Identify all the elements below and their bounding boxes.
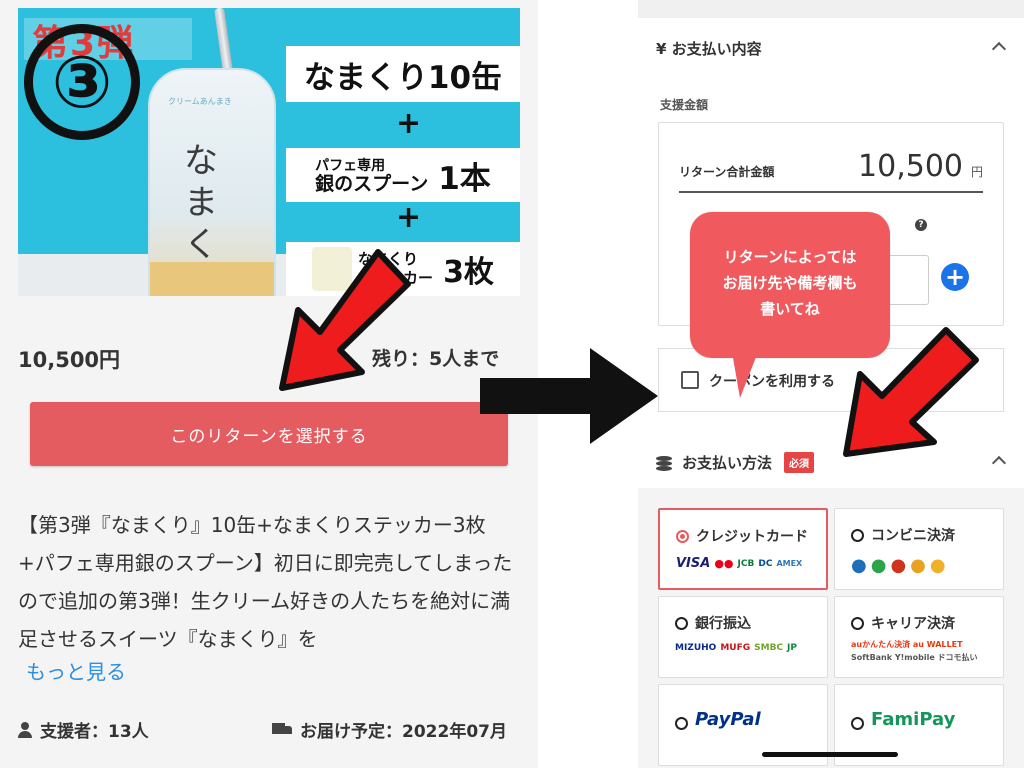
add-amount-button[interactable]: + xyxy=(941,263,969,291)
radio-unselected[interactable] xyxy=(675,617,688,630)
delivery-text: お届け予定：2022年07月 xyxy=(300,722,507,742)
red-arrow-annotation-left xyxy=(279,249,411,391)
payment-method-section: お支払い方法 必須 クレジットカード VISA ●● JCB DC AMEX コ… xyxy=(638,432,1024,768)
support-amount-label: 支援金額 xyxy=(660,98,709,112)
diners-logo: DC xyxy=(758,558,773,569)
paypal-logo: PayPal xyxy=(695,709,761,730)
softbank-docomo-logo: SoftBank Y!mobile ドコモ払い xyxy=(851,653,978,662)
au-logo: auかんたん決済 au WALLET xyxy=(851,640,963,649)
mufg-logo: MUFG xyxy=(720,643,751,653)
user-icon xyxy=(18,721,32,738)
radio-unselected[interactable] xyxy=(675,717,688,730)
home-indicator xyxy=(762,752,898,757)
carrier-logos: auかんたん決済 au WALLET SoftBank Y!mobile ドコモ… xyxy=(851,639,978,663)
hero-plus-1: + xyxy=(396,106,422,141)
payment-method-title: お支払い方法 xyxy=(682,454,773,472)
speech-bubble-text: リターンによっては お届け先や備考欄も 書いてね xyxy=(690,244,890,322)
convenience-store-logos: ● ● ● ● ● xyxy=(851,555,946,576)
return-price: 10,500円 xyxy=(18,348,121,372)
convenience-label: コンビニ決済 xyxy=(871,528,955,544)
store-logo-3: ● xyxy=(890,555,907,576)
top-bar xyxy=(638,0,1024,20)
store-logo-5: ● xyxy=(929,555,946,576)
truck-icon xyxy=(272,722,292,737)
card-brand-logos: VISA ●● JCB DC AMEX xyxy=(676,556,802,571)
smbc-logo: SMBC xyxy=(754,643,784,653)
payment-content-title: ¥ お支払い内容 xyxy=(656,40,762,58)
amex-logo: AMEX xyxy=(776,559,803,568)
hero-plus-2: + xyxy=(396,200,422,235)
jar-small-label: クリームあんまき xyxy=(168,97,232,106)
store-logo-4: ● xyxy=(910,555,926,576)
radio-unselected[interactable] xyxy=(851,717,864,730)
payment-option-credit-card[interactable]: クレジットカード VISA ●● JCB DC AMEX xyxy=(658,508,828,590)
help-icon[interactable]: ? xyxy=(915,219,927,231)
jcb-logo: JCB xyxy=(737,558,755,569)
payment-option-carrier[interactable]: キャリア決済 auかんたん決済 au WALLET SoftBank Y!mob… xyxy=(834,596,1004,678)
chevron-up-icon[interactable] xyxy=(991,41,1007,57)
japan-post-logo: JP xyxy=(787,643,797,653)
radio-selected[interactable] xyxy=(676,530,689,543)
carrier-label: キャリア決済 xyxy=(871,616,955,632)
payment-method-title-row: お支払い方法 必須 xyxy=(656,452,815,473)
jar-fill xyxy=(150,262,274,296)
speech-bubble-tail xyxy=(732,352,758,398)
bubble-line-3: 書いてね xyxy=(760,300,820,318)
radio-unselected[interactable] xyxy=(851,617,864,630)
hero-line-2-big: 1本 xyxy=(438,160,491,197)
return-total-row: リターン合計金額 10,500 円 xyxy=(679,149,983,193)
black-arrow-annotation xyxy=(480,348,658,444)
yen-unit: 円 xyxy=(970,165,983,179)
credit-card-label: クレジットカード xyxy=(696,529,808,545)
return-total-label: リターン合計金額 xyxy=(679,165,775,179)
delivery-date: お届け予定：2022年07月 xyxy=(272,717,507,742)
required-badge: 必須 xyxy=(784,452,815,473)
backers-text: 支援者：13人 xyxy=(40,722,149,742)
famipay-logo: FamiPay xyxy=(871,709,956,730)
store-logo-2: ● xyxy=(870,555,887,576)
select-return-button[interactable]: このリターンを選択する xyxy=(30,402,508,466)
coupon-label[interactable]: クーポンを利用する xyxy=(709,371,835,391)
bubble-line-1: リターンによっては xyxy=(723,248,857,266)
hero-line-3-big: 3枚 xyxy=(443,255,494,290)
jar-image: クリームあんまき なまくり xyxy=(148,68,276,296)
payment-option-bank-transfer[interactable]: 銀行振込 MIZUHO MUFG SMBC JP xyxy=(658,596,828,678)
hero-line-2-small-b: 銀のスプーン xyxy=(315,173,429,195)
store-logo-1: ● xyxy=(851,555,867,576)
coins-icon xyxy=(656,455,674,471)
screenshot-stage: クリームあんまき なまくり 第3弾 ③ なまくり10缶 + パフェ専用 銀のスプ… xyxy=(0,0,1026,768)
hero-line-1: なまくり10缶 xyxy=(286,46,520,102)
backers-count: 支援者：13人 xyxy=(18,717,149,742)
hero-line-2: パフェ専用 銀のスプーン 1本 xyxy=(286,148,520,202)
return-total-value: 10,500 xyxy=(858,149,963,184)
return-description: 【第3弾『なまくり』10缶+なまくりステッカー3枚+パフェ専用銀のスプーン】初日… xyxy=(18,513,513,651)
hero-line-2-small: パフェ専用 銀のスプーン xyxy=(315,157,429,195)
bubble-line-2: お届け先や備考欄も xyxy=(722,274,858,292)
bank-logos: MIZUHO MUFG SMBC JP xyxy=(675,643,797,653)
circled-number: ③ xyxy=(24,24,140,140)
bank-transfer-label: 銀行振込 xyxy=(695,616,751,632)
payment-option-convenience[interactable]: コンビニ決済 ● ● ● ● ● xyxy=(834,508,1004,590)
visa-logo: VISA xyxy=(676,556,711,571)
mizuho-logo: MIZUHO xyxy=(675,643,717,653)
coupon-checkbox[interactable] xyxy=(681,371,699,389)
radio-unselected[interactable] xyxy=(851,529,864,542)
mastercard-logo: ●● xyxy=(714,557,734,570)
show-more-link[interactable]: もっと見る xyxy=(26,656,126,685)
